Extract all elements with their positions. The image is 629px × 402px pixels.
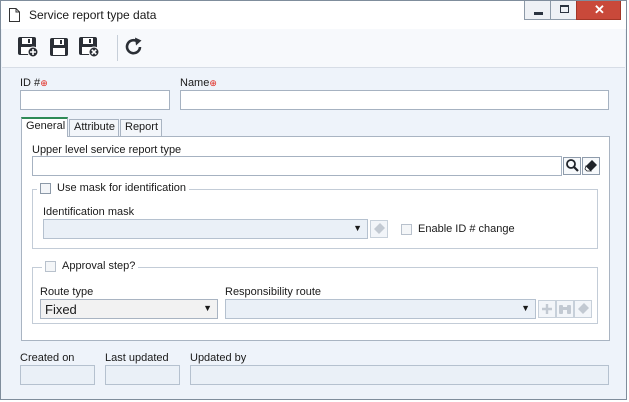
window-title: Service report type data [29,8,157,22]
refresh-button[interactable] [123,36,145,58]
window-controls: ✕ [524,1,621,21]
toolbar [2,29,625,68]
tab-panel-general: Upper level service report type Use mask… [21,136,610,341]
route-clear-button[interactable] [574,300,592,318]
tab-general[interactable]: General [21,117,68,137]
created-on-field [20,365,95,385]
enable-id-change-option[interactable]: Enable ID # change [401,223,515,235]
maximize-icon [560,5,569,13]
enable-id-change-label: Enable ID # change [418,223,515,235]
save-and-exit-button[interactable] [78,36,100,58]
view-route-button[interactable] [556,300,574,318]
id-input[interactable] [20,90,170,110]
last-updated-label: Last updated [105,352,169,364]
save-and-new-button[interactable] [17,36,39,58]
minimize-button[interactable] [524,1,551,20]
route-type-select[interactable]: Fixed ▼ [40,299,218,319]
required-icon: ⊕ [209,78,217,88]
mask-clear-button[interactable] [370,220,388,238]
dropdown-arrow-icon: ▼ [203,303,212,313]
identification-mask-label: Identification mask [43,206,135,218]
dropdown-arrow-icon: ▼ [521,303,530,313]
enable-id-change-checkbox[interactable] [401,223,412,235]
close-button[interactable]: ✕ [576,1,621,20]
maximize-button[interactable] [550,1,577,20]
eraser-icon [374,223,385,234]
tab-attribute[interactable]: Attribute [69,119,119,136]
name-input[interactable] [180,90,609,110]
mask-group: Use mask for identification Identificati… [32,182,598,249]
approval-step-label: Approval step? [62,260,136,272]
save-button[interactable] [48,36,70,58]
search-button[interactable] [563,157,581,175]
approval-step-option[interactable]: Approval step? [42,260,139,272]
dialog-window: Service report type data ✕ ID #⊕ Name⊕ G… [0,0,627,400]
id-label: ID #⊕ [20,77,48,89]
binoculars-icon [559,305,571,314]
updated-by-field [190,365,609,385]
dropdown-arrow-icon: ▼ [353,223,362,233]
search-icon [566,159,579,172]
eraser-icon [578,303,589,314]
required-icon: ⊕ [40,78,48,88]
responsibility-route-select[interactable]: ▼ [225,299,536,319]
last-updated-field [105,365,180,385]
updated-by-label: Updated by [190,352,247,364]
toolbar-separator [117,35,118,61]
identification-mask-select[interactable]: ▼ [43,219,368,239]
use-mask-option[interactable]: Use mask for identification [37,182,189,194]
title-bar: Service report type data ✕ [1,1,626,29]
name-label: Name⊕ [180,77,217,89]
approval-step-checkbox[interactable] [45,260,56,272]
route-type-label: Route type [40,286,94,298]
eraser-icon [584,160,597,172]
use-mask-checkbox[interactable] [40,182,51,194]
upper-level-label: Upper level service report type [32,144,182,156]
created-on-label: Created on [20,352,75,364]
close-icon: ✕ [594,2,605,17]
clear-button[interactable] [582,157,600,175]
plus-icon [542,304,552,314]
document-icon [9,8,20,22]
approval-group: Approval step? Route type Fixed ▼ Respon… [32,260,598,324]
use-mask-label: Use mask for identification [57,182,186,194]
upper-level-input[interactable] [32,156,562,176]
minimize-icon [534,12,543,15]
responsibility-route-label: Responsibility route [225,286,321,298]
add-route-button[interactable] [538,300,556,318]
tab-report[interactable]: Report [120,119,162,136]
